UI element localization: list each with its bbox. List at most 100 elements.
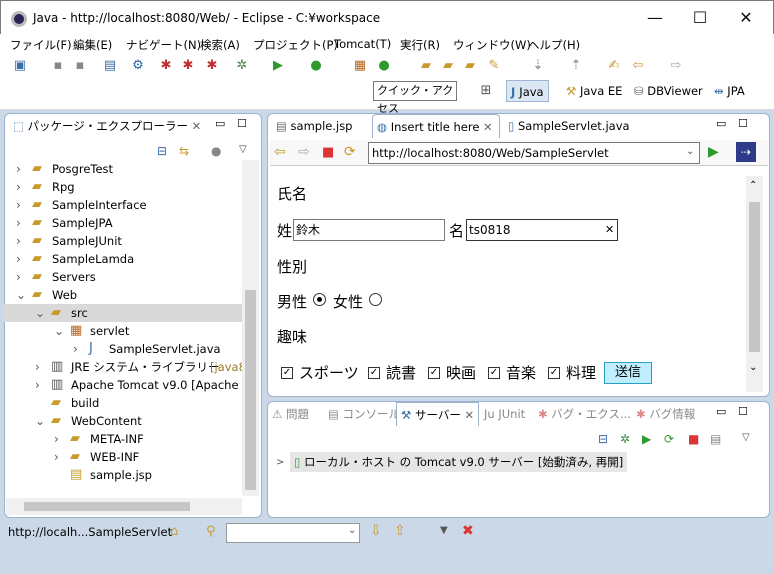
perspective-jpa[interactable]: ⇹ JPA [710, 80, 749, 102]
clear-icon[interactable]: ✖ [462, 523, 474, 539]
server-entry[interactable]: ▯ ローカル・ホスト の Tomcat v9.0 サーバー [始動済み, 再開] [290, 452, 628, 472]
link-editor-icon[interactable]: ⇆ [179, 144, 189, 158]
collapse-all-icon[interactable]: ⊟ [157, 144, 167, 158]
tree-item[interactable]: › ▰ SampleInterface [4, 196, 244, 214]
tree-item[interactable]: ⌄ ▦ servlet [4, 322, 244, 340]
tree-item[interactable]: › ▰ SampleLamda [4, 250, 244, 268]
tree-vertical-scrollbar[interactable] [242, 160, 259, 496]
new-icon[interactable]: ▣ [12, 58, 28, 74]
chevron-right-icon[interactable]: › [35, 358, 40, 376]
url-input[interactable]: http://localhost:8080/Web/SampleServlet [368, 142, 700, 164]
debug-icon[interactable]: ✲ [234, 58, 250, 74]
menu-window[interactable]: ウィンドウ(W) [453, 37, 531, 53]
tree-item[interactable]: ⌄ ▰ WebContent [4, 412, 244, 430]
close-button[interactable]: ✕ [723, 1, 769, 35]
tree-item[interactable]: › ▰ Servers [4, 268, 244, 286]
chevron-down-icon[interactable]: ⌄ [54, 322, 64, 340]
bug-icon[interactable]: ✱ [158, 58, 174, 74]
submit-button[interactable]: 送信 [604, 362, 652, 384]
next-annotation-icon[interactable]: ⇣ [530, 58, 546, 74]
terminal-icon[interactable]: ▤ [102, 58, 118, 74]
scroll-up-icon[interactable]: ⌃ [749, 180, 757, 191]
tab-problems[interactable]: ⚠ 問題 [272, 402, 309, 426]
stop-server-icon[interactable]: ■ [688, 432, 699, 446]
chevron-down-icon[interactable]: ⌄ [35, 304, 45, 322]
chevron-right-icon[interactable]: › [16, 214, 21, 232]
run-server-icon[interactable]: ● [308, 58, 324, 74]
mei-input[interactable]: ts0818 [466, 219, 618, 241]
menu-file[interactable]: ファイル(F) [10, 37, 72, 53]
back-icon[interactable]: ⇦ [630, 58, 646, 74]
new-class-icon[interactable]: ● [376, 58, 392, 74]
forward-icon[interactable]: ⇨ [298, 144, 310, 160]
forward-icon[interactable]: ⇨ [668, 58, 684, 74]
chevron-right-icon[interactable]: › [54, 448, 59, 466]
prev-annotation-icon[interactable]: ⇡ [568, 58, 584, 74]
tree-item[interactable]: ▤ sample.jsp [4, 466, 244, 484]
chevron-right-icon[interactable]: › [16, 196, 21, 214]
tree-horizontal-scrollbar[interactable] [6, 498, 242, 515]
start-server-icon[interactable]: ▶ [642, 432, 651, 446]
tree-item[interactable]: › J SampleServlet.java [4, 340, 244, 358]
menu-tomcat[interactable]: Tomcat(T) [334, 37, 391, 51]
perspective-java-ee[interactable]: ⚒ Java EE [562, 80, 626, 102]
refresh-icon[interactable]: ⟳ [344, 144, 356, 160]
maximize-panel-icon[interactable]: ☐ [738, 117, 748, 130]
tree-item[interactable]: › ▰ WEB-INF [4, 448, 244, 466]
arrow-down-icon[interactable]: ⇩ [370, 523, 382, 539]
close-icon[interactable]: ✕ [461, 408, 475, 422]
open-perspective-icon[interactable]: ⊞ [478, 83, 494, 99]
menu-edit[interactable]: 編集(E) [73, 37, 112, 53]
quick-access-input[interactable]: クイック・アクセス [373, 81, 457, 115]
status-search-input[interactable] [226, 523, 360, 543]
minimize-button[interactable]: — [632, 1, 678, 35]
run-icon[interactable]: ▶ [270, 58, 286, 74]
debug-server-icon[interactable]: ✲ [620, 432, 630, 446]
maximize-panel-icon[interactable]: ☐ [738, 405, 748, 418]
open-folder-icon[interactable]: ▰ [418, 58, 434, 74]
minimize-panel-icon[interactable]: ▭ [716, 117, 726, 130]
search-icon[interactable]: ⚲ [206, 524, 216, 539]
tab-sample-jsp[interactable]: ▤ sample.jsp [272, 114, 352, 138]
sei-input[interactable]: 鈴木 [293, 219, 445, 241]
tab-bug-explorer[interactable]: ✱ バグ・エクス... [538, 402, 631, 426]
view-menu-icon[interactable]: ▽ [742, 432, 750, 443]
expand-icon[interactable]: > [276, 457, 284, 468]
chevron-right-icon[interactable]: › [16, 232, 21, 250]
minimize-panel-icon[interactable]: ▭ [215, 117, 225, 130]
bug-cancel-icon[interactable]: ✱ [180, 58, 196, 74]
tree-item[interactable]: › ▰ PosgreTest [4, 160, 244, 178]
hobby-checkbox[interactable]: ✓ [488, 367, 500, 379]
hobby-checkbox[interactable]: ✓ [368, 367, 380, 379]
dropdown-icon[interactable]: ▼ [440, 525, 448, 536]
perspective-java[interactable]: J Java [506, 80, 549, 102]
save-all-icon[interactable]: ▪ [72, 58, 88, 74]
page-vertical-scrollbar[interactable]: ⌃ ⌄ [746, 176, 763, 392]
tree-item[interactable]: › ▰ Rpg [4, 178, 244, 196]
chevron-down-icon[interactable]: ⌄ [686, 146, 694, 157]
back-icon[interactable]: ⇦ [274, 144, 286, 160]
chevron-down-icon[interactable]: ⌄ [35, 412, 45, 430]
chevron-right-icon[interactable]: › [16, 160, 21, 178]
publish-icon[interactable]: ▤ [710, 432, 721, 446]
minimize-panel-icon[interactable]: ▭ [716, 405, 726, 418]
close-icon[interactable]: ✕ [188, 119, 202, 133]
chevron-right-icon[interactable]: › [54, 430, 59, 448]
new-type-icon[interactable]: ▦ [352, 58, 368, 74]
chevron-right-icon[interactable]: › [73, 340, 78, 358]
chevron-right-icon[interactable]: › [35, 376, 40, 394]
chevron-down-icon[interactable]: ⌄ [16, 286, 26, 304]
external-browser-icon[interactable]: ⇢ [736, 142, 756, 162]
maximize-panel-icon[interactable]: ☐ [237, 117, 247, 130]
maximize-button[interactable]: ☐ [677, 1, 723, 35]
menu-navigate[interactable]: ナビゲート(N) [126, 37, 201, 53]
package-explorer-tab[interactable]: ⬚ パッケージ・エクスプローラー ✕ [13, 114, 201, 138]
settings-icon[interactable]: ⚙ [130, 58, 146, 74]
tree-item[interactable]: › ▰ META-INF [4, 430, 244, 448]
chevron-right-icon[interactable]: › [16, 178, 21, 196]
menu-project[interactable]: プロジェクト(P) [253, 37, 338, 53]
hobby-checkbox[interactable]: ✓ [281, 367, 293, 379]
male-radio[interactable] [313, 293, 326, 306]
tree-item[interactable]: › ▥ Apache Tomcat v9.0 [Apache Tor [4, 376, 244, 394]
tab-console[interactable]: ▤ コンソール [328, 402, 400, 426]
